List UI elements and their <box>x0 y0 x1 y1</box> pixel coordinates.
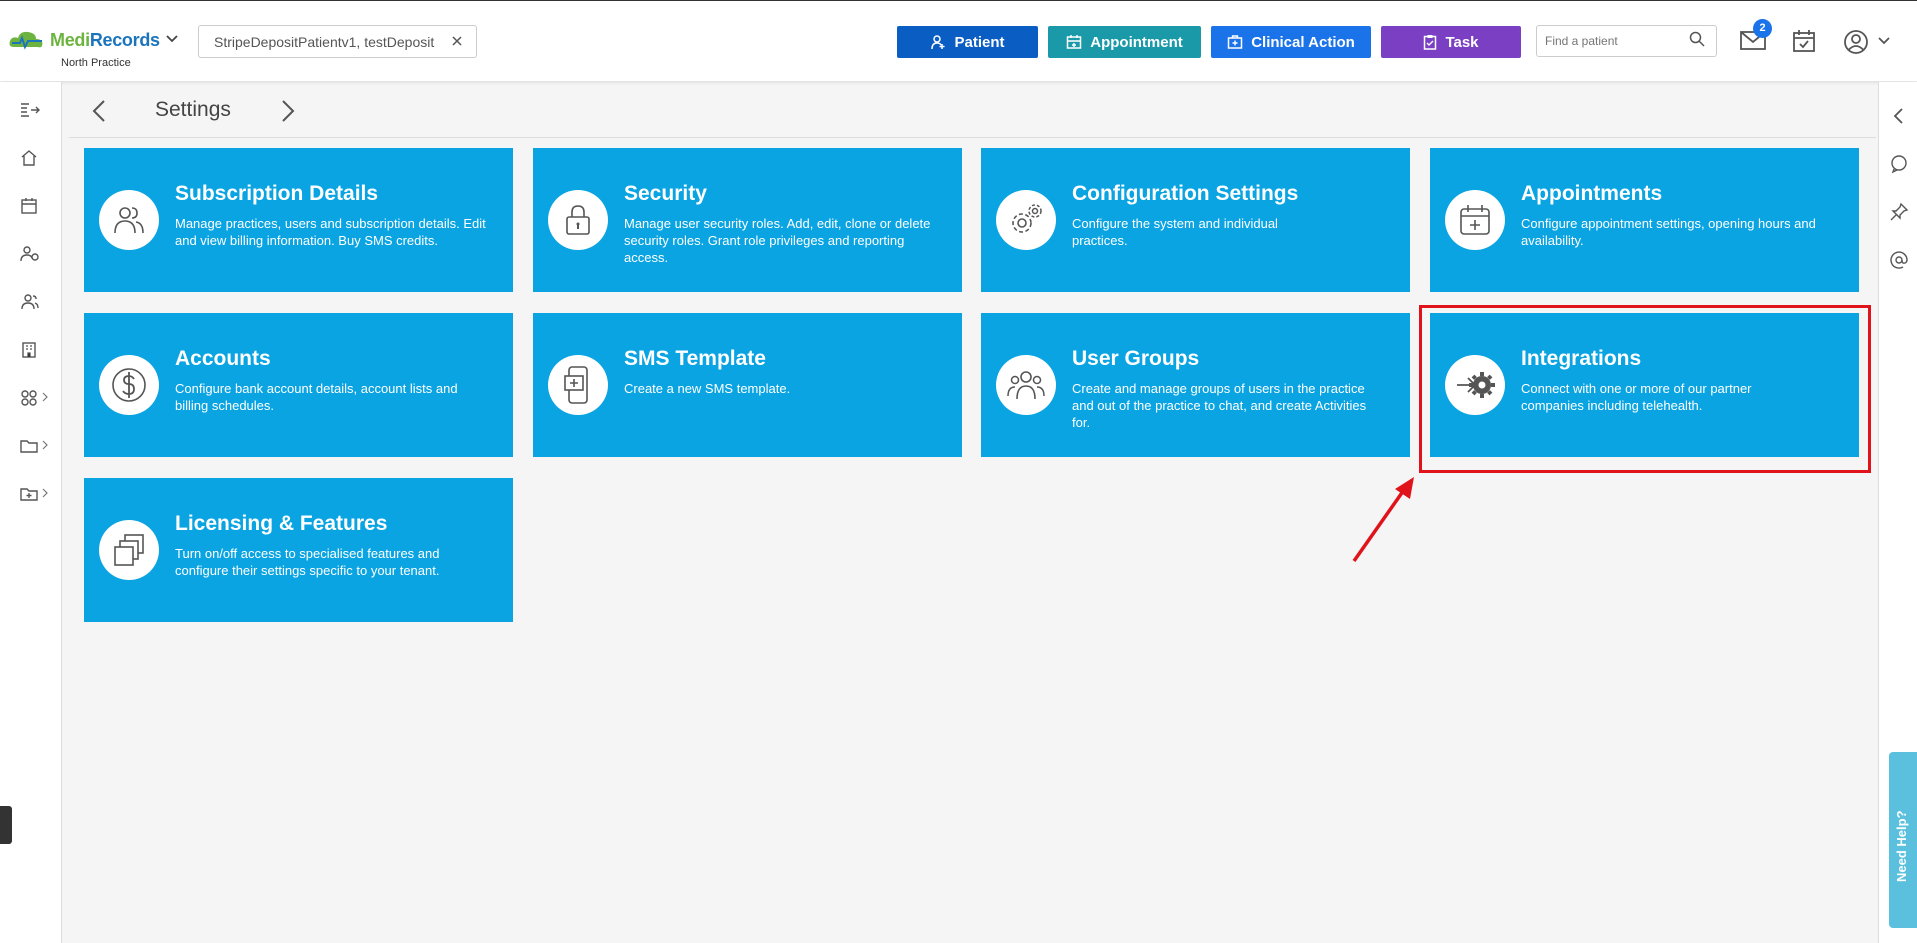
calendar-check-icon[interactable] <box>1792 29 1816 53</box>
user-group-icon <box>996 355 1056 415</box>
user-account-icon[interactable] <box>1843 29 1869 55</box>
card-user-groups[interactable]: User Groups Create and manage groups of … <box>981 313 1410 457</box>
card-licensing-features[interactable]: Licensing & Features Turn on/off access … <box>84 478 513 622</box>
card-description: Turn on/off access to specialised featur… <box>175 546 440 578</box>
chevron-right-icon <box>42 440 48 450</box>
chevron-right-icon <box>42 392 48 402</box>
practice-name: North Practice <box>61 57 131 69</box>
card-title: Appointments <box>1521 182 1663 205</box>
top-bar: MediRecords North Practice StripeDeposit… <box>0 0 1917 81</box>
integration-gear-icon <box>1445 355 1505 415</box>
card-description: Configure appointment settings, opening … <box>1521 216 1816 248</box>
expand-menu-icon[interactable] <box>20 98 44 122</box>
new-appointment-button[interactable]: Appointment <box>1048 26 1201 58</box>
chat-icon[interactable] <box>1889 154 1909 174</box>
need-help-tab[interactable]: Need Help? <box>1889 752 1917 928</box>
home-icon[interactable] <box>20 146 44 170</box>
settings-header: Settings <box>69 84 1876 138</box>
patient-button-label: Patient <box>954 33 1005 51</box>
card-appointments[interactable]: Appointments Configure appointment setti… <box>1430 148 1859 292</box>
card-title: SMS Template <box>624 347 766 370</box>
card-security[interactable]: Security Manage user security roles. Add… <box>533 148 962 292</box>
contacts-nav-icon[interactable] <box>20 290 44 314</box>
active-patient-name: StripeDepositPatientv1, testDeposit <box>214 33 435 50</box>
card-description: Configure the system and individual prac… <box>1072 216 1278 248</box>
at-sign-icon[interactable] <box>1889 250 1909 270</box>
clinical-action-button-label: Clinical Action <box>1251 33 1355 51</box>
folder-add-nav-icon[interactable] <box>20 482 48 506</box>
card-title: Security <box>624 182 707 205</box>
clinical-action-button[interactable]: Clinical Action <box>1211 26 1371 58</box>
page-title: Settings <box>155 98 231 121</box>
task-button-label: Task <box>1445 33 1479 51</box>
chevron-left-icon[interactable] <box>92 99 106 123</box>
card-description: Create a new SMS template. <box>624 381 791 396</box>
card-accounts[interactable]: Accounts Configure bank account details,… <box>84 313 513 457</box>
card-title: User Groups <box>1072 347 1200 370</box>
lock-icon <box>548 190 608 250</box>
card-sms-template[interactable]: SMS Template Create a new SMS template. <box>533 313 962 457</box>
add-user-icon <box>931 35 945 50</box>
appointment-button-label: Appointment <box>1090 33 1183 51</box>
chevron-right-icon[interactable] <box>281 99 295 123</box>
layers-icon <box>99 520 159 580</box>
chevron-down-icon[interactable] <box>1878 37 1890 45</box>
logo-medi: Medi <box>50 29 90 50</box>
medirecords-logo[interactable]: MediRecords <box>8 29 160 51</box>
card-title: Accounts <box>175 347 271 370</box>
close-icon[interactable] <box>450 34 464 48</box>
chevron-right-icon <box>42 488 48 498</box>
new-task-button[interactable]: Task <box>1381 26 1521 58</box>
card-description: Create and manage groups of users in the… <box>1072 381 1367 430</box>
gears-icon <box>996 190 1056 250</box>
calendar-icon <box>1067 35 1082 49</box>
card-integrations[interactable]: Integrations Connect with one or more of… <box>1430 313 1859 457</box>
card-description: Connect with one or more of our partner … <box>1521 381 1752 413</box>
chevron-left-icon[interactable] <box>1889 106 1909 126</box>
patients-nav-icon[interactable] <box>20 242 44 266</box>
need-help-label: Need Help? <box>1894 810 1909 882</box>
card-title: Licensing & Features <box>175 512 388 535</box>
new-patient-button[interactable]: Patient <box>897 26 1038 58</box>
card-subscription-details[interactable]: Subscription Details Manage practices, u… <box>84 148 513 292</box>
card-description: Manage practices, users and subscription… <box>175 216 486 248</box>
pin-icon[interactable] <box>1889 202 1909 222</box>
card-title: Integrations <box>1521 347 1642 370</box>
card-title: Subscription Details <box>175 182 379 205</box>
active-patient-chip[interactable]: StripeDepositPatientv1, testDeposit <box>198 25 477 58</box>
clipboard-icon <box>1424 35 1437 50</box>
search-icon[interactable] <box>1689 31 1705 47</box>
calendar-nav-icon[interactable] <box>20 194 44 218</box>
chevron-down-icon[interactable] <box>166 35 178 43</box>
side-drawer-tab[interactable] <box>0 806 12 844</box>
dollar-icon <box>99 355 159 415</box>
card-description: Manage user security roles. Add, edit, c… <box>624 216 931 265</box>
logo-records: Records <box>89 29 160 50</box>
phone-message-icon <box>548 355 608 415</box>
medical-kit-icon <box>1227 35 1243 49</box>
building-nav-icon[interactable] <box>20 338 44 362</box>
card-title: Configuration Settings <box>1072 182 1299 205</box>
folder-nav-icon[interactable] <box>20 434 48 458</box>
cloud-logo-icon <box>9 31 43 50</box>
card-description: Configure bank account details, account … <box>175 381 458 413</box>
annotation-arrow-icon <box>1352 477 1414 563</box>
card-configuration-settings[interactable]: Configuration Settings Configure the sys… <box>981 148 1410 292</box>
users-icon <box>99 190 159 250</box>
calendar-plus-icon <box>1445 190 1505 250</box>
modules-nav-icon[interactable] <box>20 386 48 410</box>
mail-count-badge: 2 <box>1753 19 1772 38</box>
